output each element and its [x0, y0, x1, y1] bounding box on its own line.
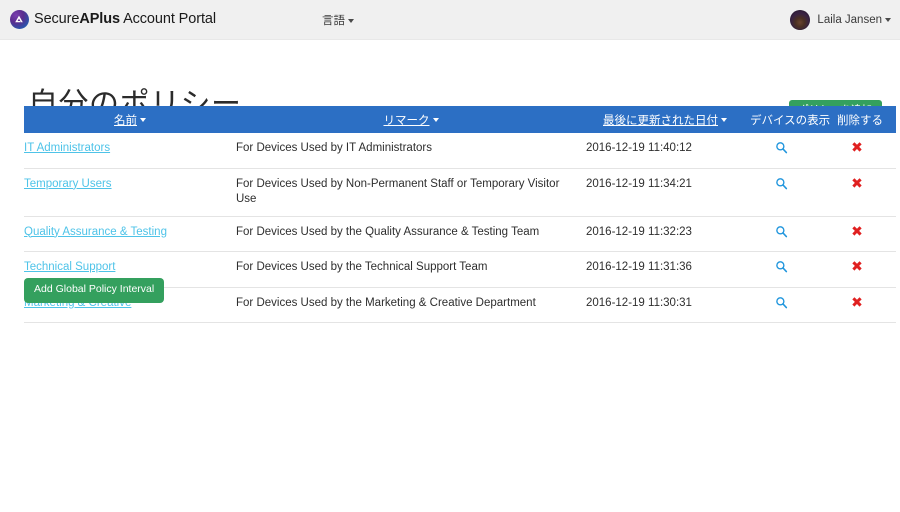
brand-title: SecureAPlus Account Portal	[34, 12, 216, 27]
cell-last-updated: 2016-12-19 11:30:31	[586, 287, 744, 324]
language-dropdown[interactable]: 言語	[322, 12, 354, 28]
policy-name-link[interactable]: Quality Assurance & Testing	[24, 226, 167, 238]
user-menu[interactable]: Laila Jansen	[790, 0, 891, 40]
table-row: Quality Assurance & Testing For Devices U…	[24, 216, 896, 253]
sort-by-name-link[interactable]: 名前	[114, 115, 137, 127]
magnifier-icon[interactable]	[775, 177, 788, 190]
cell-last-updated: 2016-12-19 11:32:23	[586, 216, 744, 253]
column-header-remark[interactable]: リマーク	[236, 106, 586, 133]
brand-suffix: Account Portal	[119, 11, 216, 28]
cell-view-devices	[744, 168, 824, 217]
column-header-view-devices: デバイスの表示	[744, 106, 830, 133]
cell-view-devices	[744, 251, 824, 288]
cell-view-devices	[744, 216, 824, 253]
cell-delete: ✖	[824, 216, 896, 253]
column-header-last-updated[interactable]: 最後に更新された日付	[586, 106, 744, 133]
sort-by-last-updated-link[interactable]: 最後に更新された日付	[603, 115, 718, 127]
cell-delete: ✖	[824, 168, 896, 217]
policy-name-link[interactable]: Temporary Users	[24, 178, 112, 190]
cell-policy-name: IT Administrators	[24, 133, 236, 169]
chevron-down-icon	[432, 118, 439, 123]
chevron-down-icon	[348, 18, 354, 23]
cell-remark: For Devices Used by the Marketing & Crea…	[236, 287, 586, 324]
x-mark-icon[interactable]: ✖	[851, 141, 863, 155]
column-header-delete: 削除する	[824, 106, 896, 133]
language-dropdown-label: 言語	[322, 15, 345, 27]
user-menu-label: Laila Jansen	[817, 14, 882, 26]
top-navbar: SecureAPlus Account Portal 言語 Laila Jans…	[0, 0, 900, 40]
policy-name-link[interactable]: Technical Support	[24, 261, 115, 273]
cell-remark: For Devices Used by IT Administrators	[236, 133, 586, 169]
cell-remark: For Devices Used by Non-Permanent Staff …	[236, 168, 586, 217]
page-header: 自分のポリシー ポリシーを追加	[0, 40, 900, 123]
x-mark-icon[interactable]: ✖	[851, 225, 863, 239]
avatar	[790, 10, 811, 30]
cell-last-updated: 2016-12-19 11:31:36	[586, 251, 744, 288]
chevron-down-icon	[140, 118, 146, 123]
sort-by-remark-link[interactable]: リマーク	[384, 115, 430, 127]
table-header-row: 名前 リマーク 最後に更新された日付 デバイスの表示 削除する	[24, 106, 896, 133]
cell-last-updated: 2016-12-19 11:34:21	[586, 168, 744, 217]
magnifier-icon[interactable]	[775, 225, 788, 238]
brand-prefix: Secure	[34, 11, 80, 28]
brand-logo-link[interactable]: SecureAPlus Account Portal	[10, 10, 216, 29]
cell-view-devices	[744, 133, 824, 169]
magnifier-icon[interactable]	[775, 260, 788, 273]
cell-remark: For Devices Used by the Technical Suppor…	[236, 251, 586, 288]
magnifier-icon[interactable]	[775, 296, 788, 309]
cell-delete: ✖	[824, 251, 896, 288]
policy-name-link[interactable]: IT Administrators	[24, 142, 110, 154]
column-header-name[interactable]: 名前	[24, 106, 236, 133]
cell-policy-name: Temporary Users	[24, 168, 236, 217]
cell-delete: ✖	[824, 287, 896, 324]
x-mark-icon[interactable]: ✖	[851, 177, 863, 191]
cell-view-devices	[744, 287, 824, 324]
cell-policy-name: Quality Assurance & Testing	[24, 216, 236, 253]
table-row: IT Administrators For Devices Used by IT …	[24, 133, 896, 169]
x-mark-icon[interactable]: ✖	[851, 260, 863, 274]
x-mark-icon[interactable]: ✖	[851, 296, 863, 310]
chevron-down-icon	[885, 18, 891, 22]
add-global-policy-interval-button[interactable]: Add Global Policy Interval	[24, 278, 165, 303]
magnifier-icon[interactable]	[775, 141, 788, 154]
secureaplus-logo-icon	[10, 10, 29, 29]
table-row: Temporary Users For Devices Used by Non-P…	[24, 168, 896, 217]
brand-bold: APlus	[79, 11, 120, 28]
cell-last-updated: 2016-12-19 11:40:12	[586, 133, 744, 169]
cell-remark: For Devices Used by the Quality Assuranc…	[236, 216, 586, 253]
policies-table-head: 名前 リマーク 最後に更新された日付 デバイスの表示 削除する	[24, 106, 896, 133]
cell-delete: ✖	[824, 133, 896, 169]
chevron-down-icon	[721, 118, 727, 123]
